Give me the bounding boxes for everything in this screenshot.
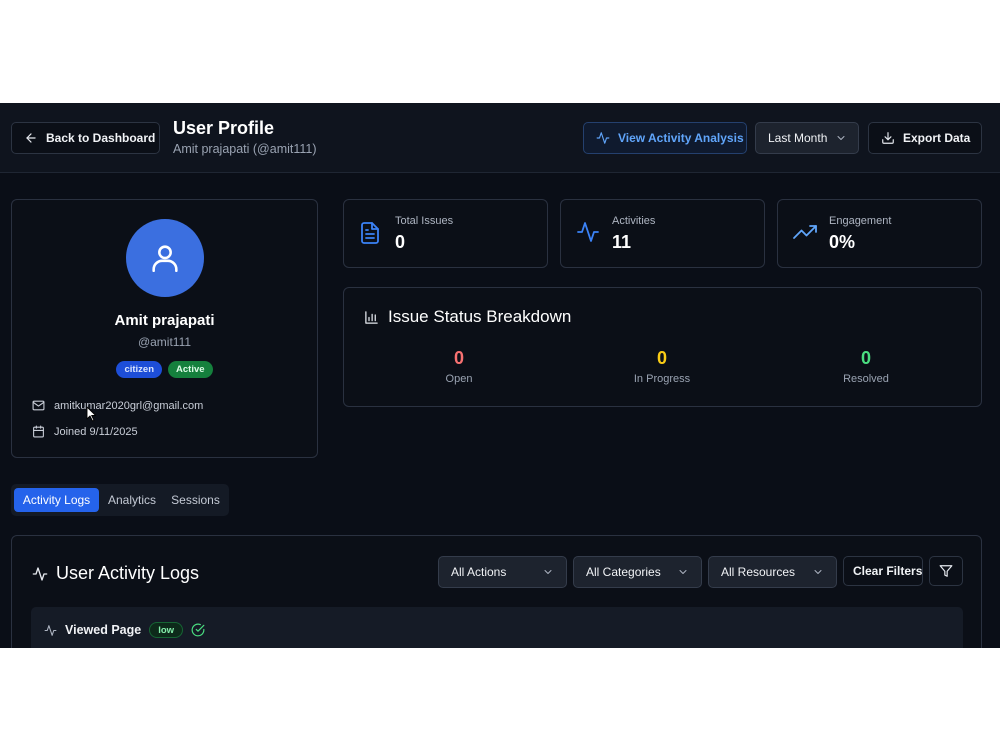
profile-card: Amit prajapati @amit111 citizen Active a…: [11, 199, 318, 458]
stat-label: Engagement: [829, 215, 892, 227]
arrow-left-icon: [26, 133, 36, 143]
breakdown-title: Issue Status Breakdown: [364, 307, 571, 327]
breakdown-resolved: 0 Resolved: [806, 348, 926, 385]
stat-label: Activities: [612, 215, 656, 227]
clear-filters-button[interactable]: Clear Filters: [843, 556, 923, 586]
period-select[interactable]: Last Month: [755, 122, 859, 154]
breakdown-open-label: Open: [445, 373, 473, 385]
profile-tabs: Activity Logs Analytics Sessions: [11, 484, 229, 516]
period-selected-value: Last Month: [768, 131, 828, 145]
stat-value: 11: [612, 232, 632, 252]
issue-status-breakdown-card: Issue Status Breakdown 0 Open 0 In Progr…: [343, 287, 982, 407]
document-icon: [361, 222, 379, 244]
filter-button[interactable]: [929, 556, 963, 586]
export-label: Export Data: [903, 131, 971, 145]
actions-filter-value: All Actions: [451, 565, 507, 579]
activity-analysis-label: View Activity Analysis: [618, 131, 744, 145]
calendar-icon: [33, 425, 44, 438]
breakdown-open-value: 0: [453, 348, 464, 368]
profile-joined: Joined 9/11/2025: [54, 425, 138, 438]
resources-filter-select[interactable]: All Resources: [708, 556, 837, 588]
profile-handle: @amit111: [137, 335, 192, 349]
chevron-down-icon: [837, 136, 845, 140]
status-badge: Active: [168, 361, 213, 378]
stat-card-engagement: Engagement 0%: [777, 199, 982, 268]
page-subtitle: Amit prajapati (@amit111): [173, 142, 317, 156]
check-circle-icon: [191, 623, 205, 637]
stat-value: 0%: [829, 232, 856, 252]
categories-filter-select[interactable]: All Categories: [573, 556, 702, 588]
log-entry-header: Viewed Page low: [44, 622, 205, 638]
severity-badge: low: [149, 622, 184, 638]
profile-badges: citizen Active: [12, 361, 317, 378]
breakdown-resolved-value: 0: [860, 348, 871, 368]
tab-sessions[interactable]: Sessions: [165, 488, 226, 512]
activity-icon: [596, 132, 610, 144]
mail-icon: [32, 400, 45, 411]
stat-value: 0: [395, 232, 406, 252]
stat-label: Total Issues: [395, 215, 454, 227]
view-activity-analysis-button[interactable]: View Activity Analysis: [583, 122, 747, 154]
logs-title: User Activity Logs: [32, 563, 199, 584]
bar-chart-icon: [365, 310, 378, 324]
email-row: amitkumar2020grl@gmail.com: [32, 399, 203, 412]
profile-email: amitkumar2020grl@gmail.com: [54, 399, 204, 412]
log-entry-title: Viewed Page: [65, 623, 142, 637]
breakdown-resolved-label: Resolved: [843, 373, 889, 385]
breakdown-in-progress: 0 In Progress: [602, 348, 722, 385]
stat-card-activities: Activities 11: [560, 199, 765, 268]
back-button-label: Back to Dashboard: [46, 131, 156, 145]
user-icon: [152, 245, 178, 273]
page-header: Back to Dashboard User Profile Amit praj…: [0, 103, 1000, 173]
chevron-down-icon: [814, 570, 822, 574]
breakdown-in-progress-label: In Progress: [633, 373, 691, 385]
title-block: User Profile Amit prajapati (@amit111): [173, 118, 317, 156]
actions-filter-select[interactable]: All Actions: [438, 556, 567, 588]
role-badge: citizen: [116, 361, 163, 378]
tab-activity-logs[interactable]: Activity Logs: [14, 488, 99, 512]
logs-title-text: User Activity Logs: [56, 563, 200, 583]
profile-name: Amit prajapati: [114, 312, 215, 329]
page-title: User Profile: [173, 118, 275, 138]
avatar: [126, 219, 204, 297]
filter-icon: [939, 565, 953, 577]
breakdown-in-progress-value: 0: [656, 348, 667, 368]
breakdown-title-text: Issue Status Breakdown: [388, 307, 572, 326]
activity-icon: [32, 566, 48, 581]
download-icon: [882, 132, 894, 144]
list-item[interactable]: Viewed Page low: [31, 607, 963, 648]
chevron-down-icon: [544, 570, 552, 574]
categories-filter-value: All Categories: [586, 565, 661, 579]
breakdown-open: 0 Open: [399, 348, 519, 385]
chevron-down-icon: [679, 570, 687, 574]
back-to-dashboard-button[interactable]: Back to Dashboard: [11, 122, 160, 154]
stat-card-total-issues: Total Issues 0: [343, 199, 548, 268]
export-data-button[interactable]: Export Data: [868, 122, 982, 154]
resources-filter-value: All Resources: [721, 565, 796, 579]
activity-icon: [577, 222, 599, 242]
tab-analytics[interactable]: Analytics: [101, 488, 163, 512]
clear-filters-label: Clear Filters: [853, 564, 923, 578]
mouse-cursor-icon: [86, 406, 97, 422]
app-window: Back to Dashboard User Profile Amit praj…: [0, 103, 1000, 648]
trending-up-icon: [793, 225, 817, 239]
activity-logs-card: User Activity Logs All Actions All Categ…: [11, 535, 982, 648]
activity-icon: [44, 624, 57, 636]
joined-row: Joined 9/11/2025: [32, 425, 138, 438]
